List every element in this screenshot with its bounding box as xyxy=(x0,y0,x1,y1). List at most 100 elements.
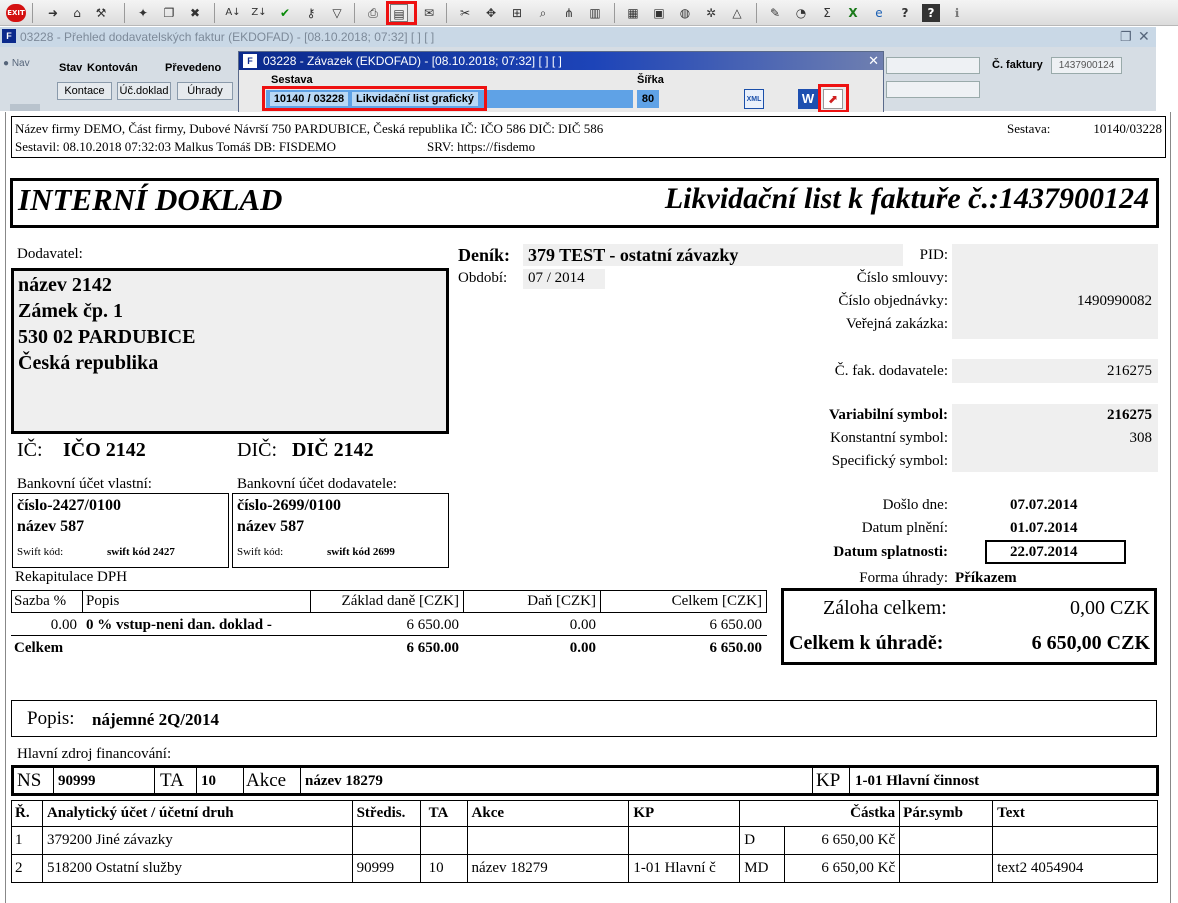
accounts-table: Ř. Analytický účet / účetní druh Středis… xyxy=(11,800,1158,883)
gauge-icon[interactable]: ◔ xyxy=(792,4,810,22)
cell-strana: MD xyxy=(739,854,786,883)
toolbar-separator xyxy=(354,3,355,23)
stav-label: Stav xyxy=(59,62,83,74)
doc-star-icon[interactable]: ✦ xyxy=(134,4,152,22)
col-header-ucet: Analytický účet / účetní druh xyxy=(41,800,353,827)
supplier-city: 530 02 PARDUBICE xyxy=(18,326,196,348)
network-icon[interactable]: ⊞ xyxy=(508,4,526,22)
info-icon[interactable]: ℹ xyxy=(948,4,966,22)
bg-input-1[interactable] xyxy=(886,57,980,74)
nav-collapse-handle[interactable] xyxy=(10,104,40,111)
restore-icon[interactable]: ❐ xyxy=(1120,29,1132,45)
cell-stredis xyxy=(351,826,421,855)
cell-ta: 10 xyxy=(419,854,468,883)
splatnost-label: Datum splatnosti: xyxy=(833,544,948,560)
akce-label: Akce xyxy=(246,770,287,791)
ks-value: 308 xyxy=(1129,430,1153,446)
sum-icon[interactable]: Σ xyxy=(818,4,836,22)
tools-icon[interactable]: ⚒ xyxy=(92,4,110,22)
export-xml-icon[interactable]: XML xyxy=(744,89,764,109)
edit-icon[interactable]: ✎ xyxy=(766,4,784,22)
company-line: Název firmy DEMO, Část firmy, Dubové Náv… xyxy=(15,121,604,136)
forward-icon[interactable]: ➜ xyxy=(44,4,62,22)
fin-divider xyxy=(300,768,301,793)
bg-input-2[interactable] xyxy=(886,81,980,98)
vat-header-celkem: Celkem [CZK] xyxy=(671,593,762,609)
sirka-field[interactable]: 80 xyxy=(637,90,659,108)
ic-value: IČO 2142 xyxy=(63,439,146,461)
tree-icon[interactable]: ⋔ xyxy=(560,4,578,22)
fin-divider xyxy=(53,768,54,793)
ta-label: TA xyxy=(160,770,184,791)
cell-castka: 6 650,00 Kč xyxy=(784,854,901,883)
move-icon[interactable]: ✥ xyxy=(482,4,500,22)
doslo-label: Došlo dne: xyxy=(882,497,948,513)
col-header-stredis: Středis. xyxy=(351,800,421,827)
home-icon[interactable]: ⌂ xyxy=(68,4,86,22)
vat-total-rule xyxy=(11,635,767,636)
main-toolbar: EXIT ➜ ⌂ ⚒ ✦ ❐ ✖ A↓ Z↓ ✔ ⚷ ▽ ⎙ ▤ ✉ ✂ ✥ ⊞… xyxy=(0,0,1178,26)
ns-label: NS xyxy=(17,770,42,791)
plneni-label: Datum plnění: xyxy=(861,520,948,536)
cell-parsymb xyxy=(899,854,994,883)
sort-asc-icon[interactable]: A↓ xyxy=(224,4,242,22)
dialog-close-icon[interactable]: ✕ xyxy=(868,52,879,70)
ic-label: IČ: xyxy=(17,439,43,461)
check-icon[interactable]: ✔ xyxy=(276,4,294,22)
toolbar-separator xyxy=(446,3,447,23)
vs-value: 216275 xyxy=(1107,407,1152,423)
globe-icon[interactable]: ◍ xyxy=(676,4,694,22)
cell-text: text2 4054904 xyxy=(992,854,1158,883)
ns-value: 90999 xyxy=(58,773,96,789)
col-header-text: Text xyxy=(992,800,1158,827)
vat-row-dan: 0.00 xyxy=(569,617,596,633)
help-context-icon[interactable]: ? xyxy=(922,4,940,22)
sirka-label: Šířka xyxy=(637,74,664,86)
triangle-icon[interactable]: △ xyxy=(728,4,746,22)
report-dialog: F 03228 - Závazek (EKDOFAD) - [08.10.201… xyxy=(238,51,884,113)
save-icon[interactable]: ▣ xyxy=(650,4,668,22)
search-doc-icon[interactable]: ⌕ xyxy=(534,4,552,22)
uhrady-button[interactable]: Úhrady xyxy=(177,82,233,100)
cell-castka: 6 650,00 Kč xyxy=(784,826,901,855)
fin-divider xyxy=(154,768,155,793)
sestava-label: Sestava xyxy=(271,74,313,86)
vat-total-label: Celkem xyxy=(14,640,64,656)
exit-icon[interactable]: EXIT xyxy=(6,4,26,22)
ucetni-doklad-button[interactable]: Úč.doklad xyxy=(117,82,171,100)
filter-icon[interactable]: ▽ xyxy=(328,4,346,22)
form-icon[interactable]: ▦ xyxy=(624,4,642,22)
report-sestava-label: Sestava: xyxy=(1007,121,1051,136)
columns-icon[interactable]: ▥ xyxy=(586,4,604,22)
mail-icon[interactable]: ✉ xyxy=(420,4,438,22)
bank-own-number: číslo-2427/0100 xyxy=(17,497,121,514)
doc-title: Likvidační list k faktuře č.:1437900124 xyxy=(664,182,1149,215)
close-icon[interactable]: ✕ xyxy=(1138,28,1150,45)
print-icon[interactable]: ⎙ xyxy=(364,4,382,22)
sort-desc-icon[interactable]: Z↓ xyxy=(250,4,268,22)
kontace-button[interactable]: Kontace xyxy=(57,82,112,100)
key-icon[interactable]: ⚷ xyxy=(302,4,320,22)
settings-icon[interactable]: ✲ xyxy=(702,4,720,22)
export-word-icon[interactable]: W xyxy=(798,89,818,109)
kp-value: 1-01 Hlavní činnost xyxy=(855,773,980,789)
stav-value: Kontován xyxy=(87,62,138,74)
cell-ta xyxy=(419,826,468,855)
supplier-label: Dodavatel: xyxy=(17,246,83,262)
col-header-parsymb: Pár.symb xyxy=(899,800,994,827)
help-icon[interactable]: ? xyxy=(896,4,914,22)
forma-label: Forma úhrady: xyxy=(859,570,948,586)
vat-header-sazba: Sazba % xyxy=(14,593,67,609)
cislo-faktury-input[interactable]: 1437900124 xyxy=(1051,57,1122,74)
doc-delete-icon[interactable]: ✖ xyxy=(186,4,204,22)
dic-label: DIČ: xyxy=(237,439,277,461)
cut-icon[interactable]: ✂ xyxy=(456,4,474,22)
nav-toggle[interactable]: ● Nav xyxy=(3,58,30,69)
doc-copy-icon[interactable]: ❐ xyxy=(160,4,178,22)
cell-parsymb xyxy=(899,826,994,855)
excel-icon[interactable]: X xyxy=(844,4,862,22)
bank-supplier-name: název 587 xyxy=(237,518,305,535)
cell-stredis: 90999 xyxy=(351,854,421,883)
vat-total-zaklad: 6 650.00 xyxy=(406,640,460,656)
browser-icon[interactable]: e xyxy=(870,4,888,22)
